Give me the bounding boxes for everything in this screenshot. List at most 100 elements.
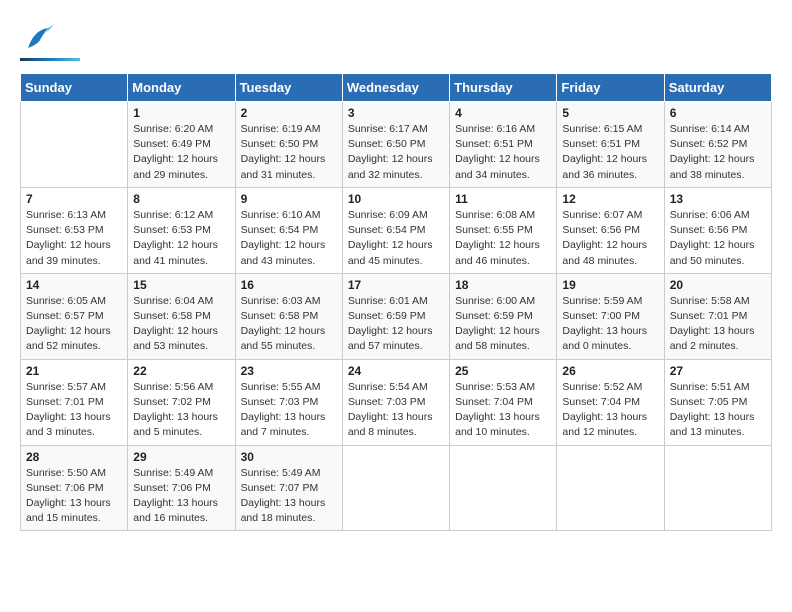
calendar-cell: 13Sunrise: 6:06 AM Sunset: 6:56 PM Dayli… [664, 187, 771, 273]
day-number: 16 [241, 278, 337, 292]
day-info: Sunrise: 6:07 AM Sunset: 6:56 PM Dayligh… [562, 208, 658, 269]
day-info: Sunrise: 6:16 AM Sunset: 6:51 PM Dayligh… [455, 122, 551, 183]
day-info: Sunrise: 5:52 AM Sunset: 7:04 PM Dayligh… [562, 380, 658, 441]
calendar-header: SundayMondayTuesdayWednesdayThursdayFrid… [21, 74, 772, 102]
weekday-thursday: Thursday [450, 74, 557, 102]
day-number: 25 [455, 364, 551, 378]
calendar-cell: 5 Sunrise: 6:15 AM Sunset: 6:51 PM Daylig… [557, 102, 664, 188]
logo [20, 20, 80, 61]
day-number: 6 [670, 106, 766, 120]
day-number: 11 [455, 192, 551, 206]
day-number: 17 [348, 278, 444, 292]
day-number: 21 [26, 364, 122, 378]
day-info: Sunrise: 5:56 AM Sunset: 7:02 PM Dayligh… [133, 380, 229, 441]
day-number: 4 [455, 106, 551, 120]
day-number: 22 [133, 364, 229, 378]
day-info: Sunrise: 5:58 AM Sunset: 7:01 PM Dayligh… [670, 294, 766, 355]
day-info: Sunrise: 5:50 AM Sunset: 7:06 PM Dayligh… [26, 466, 122, 527]
logo-bird-icon [20, 20, 56, 56]
day-number: 3 [348, 106, 444, 120]
calendar-cell: 30 Sunrise: 5:49 AM Sunset: 7:07 PM Dayli… [235, 445, 342, 531]
week-row-4: 21 Sunrise: 5:57 AM Sunset: 7:01 PM Dayli… [21, 359, 772, 445]
calendar-cell: 11 Sunrise: 6:08 AM Sunset: 6:55 PM Dayli… [450, 187, 557, 273]
day-info: Sunrise: 5:49 AM Sunset: 7:07 PM Dayligh… [241, 466, 337, 527]
day-number: 15 [133, 278, 229, 292]
day-info: Sunrise: 6:10 AM Sunset: 6:54 PM Dayligh… [241, 208, 337, 269]
calendar-cell: 20 Sunrise: 5:58 AM Sunset: 7:01 PM Dayli… [664, 273, 771, 359]
day-info: Sunrise: 6:15 AM Sunset: 6:51 PM Dayligh… [562, 122, 658, 183]
calendar-cell: 23 Sunrise: 5:55 AM Sunset: 7:03 PM Dayli… [235, 359, 342, 445]
calendar-cell [664, 445, 771, 531]
day-number: 28 [26, 450, 122, 464]
day-number: 5 [562, 106, 658, 120]
day-info: Sunrise: 6:17 AM Sunset: 6:50 PM Dayligh… [348, 122, 444, 183]
calendar-cell: 27Sunrise: 5:51 AM Sunset: 7:05 PM Dayli… [664, 359, 771, 445]
calendar-cell: 1 Sunrise: 6:20 AM Sunset: 6:49 PM Daylig… [128, 102, 235, 188]
calendar-body: 1 Sunrise: 6:20 AM Sunset: 6:49 PM Daylig… [21, 102, 772, 531]
day-info: Sunrise: 6:03 AM Sunset: 6:58 PM Dayligh… [241, 294, 337, 355]
day-info: Sunrise: 5:54 AM Sunset: 7:03 PM Dayligh… [348, 380, 444, 441]
calendar-cell: 8Sunrise: 6:12 AM Sunset: 6:53 PM Daylig… [128, 187, 235, 273]
weekday-monday: Monday [128, 74, 235, 102]
calendar-cell: 4 Sunrise: 6:16 AM Sunset: 6:51 PM Daylig… [450, 102, 557, 188]
day-info: Sunrise: 6:08 AM Sunset: 6:55 PM Dayligh… [455, 208, 551, 269]
calendar-cell [557, 445, 664, 531]
day-info: Sunrise: 6:00 AM Sunset: 6:59 PM Dayligh… [455, 294, 551, 355]
day-info: Sunrise: 5:51 AM Sunset: 7:05 PM Dayligh… [670, 380, 766, 441]
calendar-table: SundayMondayTuesdayWednesdayThursdayFrid… [20, 73, 772, 531]
day-number: 2 [241, 106, 337, 120]
day-number: 9 [241, 192, 337, 206]
weekday-saturday: Saturday [664, 74, 771, 102]
day-info: Sunrise: 6:01 AM Sunset: 6:59 PM Dayligh… [348, 294, 444, 355]
calendar-cell: 22 Sunrise: 5:56 AM Sunset: 7:02 PM Dayli… [128, 359, 235, 445]
week-row-1: 1 Sunrise: 6:20 AM Sunset: 6:49 PM Daylig… [21, 102, 772, 188]
calendar-cell: 26 Sunrise: 5:52 AM Sunset: 7:04 PM Dayli… [557, 359, 664, 445]
weekday-wednesday: Wednesday [342, 74, 449, 102]
calendar-cell: 14 Sunrise: 6:05 AM Sunset: 6:57 PM Dayli… [21, 273, 128, 359]
day-info: Sunrise: 5:57 AM Sunset: 7:01 PM Dayligh… [26, 380, 122, 441]
day-number: 26 [562, 364, 658, 378]
page-header [20, 20, 772, 61]
calendar-cell: 28 Sunrise: 5:50 AM Sunset: 7:06 PM Dayli… [21, 445, 128, 531]
day-info: Sunrise: 6:05 AM Sunset: 6:57 PM Dayligh… [26, 294, 122, 355]
calendar-cell: 2Sunrise: 6:19 AM Sunset: 6:50 PM Daylig… [235, 102, 342, 188]
day-number: 20 [670, 278, 766, 292]
week-row-5: 28 Sunrise: 5:50 AM Sunset: 7:06 PM Dayli… [21, 445, 772, 531]
calendar-cell: 21 Sunrise: 5:57 AM Sunset: 7:01 PM Dayli… [21, 359, 128, 445]
day-number: 29 [133, 450, 229, 464]
calendar-cell: 18 Sunrise: 6:00 AM Sunset: 6:59 PM Dayli… [450, 273, 557, 359]
day-number: 1 [133, 106, 229, 120]
calendar-cell: 7 Sunrise: 6:13 AM Sunset: 6:53 PM Daylig… [21, 187, 128, 273]
calendar-cell: 6Sunrise: 6:14 AM Sunset: 6:52 PM Daylig… [664, 102, 771, 188]
day-number: 30 [241, 450, 337, 464]
day-number: 19 [562, 278, 658, 292]
day-number: 23 [241, 364, 337, 378]
calendar-cell: 12 Sunrise: 6:07 AM Sunset: 6:56 PM Dayli… [557, 187, 664, 273]
day-number: 14 [26, 278, 122, 292]
calendar-cell: 29 Sunrise: 5:49 AM Sunset: 7:06 PM Dayli… [128, 445, 235, 531]
day-info: Sunrise: 6:06 AM Sunset: 6:56 PM Dayligh… [670, 208, 766, 269]
week-row-3: 14 Sunrise: 6:05 AM Sunset: 6:57 PM Dayli… [21, 273, 772, 359]
day-info: Sunrise: 6:13 AM Sunset: 6:53 PM Dayligh… [26, 208, 122, 269]
calendar-cell: 15 Sunrise: 6:04 AM Sunset: 6:58 PM Dayli… [128, 273, 235, 359]
weekday-sunday: Sunday [21, 74, 128, 102]
week-row-2: 7 Sunrise: 6:13 AM Sunset: 6:53 PM Daylig… [21, 187, 772, 273]
day-info: Sunrise: 6:09 AM Sunset: 6:54 PM Dayligh… [348, 208, 444, 269]
day-info: Sunrise: 6:04 AM Sunset: 6:58 PM Dayligh… [133, 294, 229, 355]
day-number: 7 [26, 192, 122, 206]
weekday-tuesday: Tuesday [235, 74, 342, 102]
calendar-cell: 17 Sunrise: 6:01 AM Sunset: 6:59 PM Dayli… [342, 273, 449, 359]
day-info: Sunrise: 5:59 AM Sunset: 7:00 PM Dayligh… [562, 294, 658, 355]
day-number: 18 [455, 278, 551, 292]
calendar-cell: 16 Sunrise: 6:03 AM Sunset: 6:58 PM Dayli… [235, 273, 342, 359]
weekday-header-row: SundayMondayTuesdayWednesdayThursdayFrid… [21, 74, 772, 102]
day-info: Sunrise: 6:12 AM Sunset: 6:53 PM Dayligh… [133, 208, 229, 269]
day-number: 12 [562, 192, 658, 206]
day-number: 10 [348, 192, 444, 206]
day-info: Sunrise: 5:53 AM Sunset: 7:04 PM Dayligh… [455, 380, 551, 441]
day-info: Sunrise: 6:20 AM Sunset: 6:49 PM Dayligh… [133, 122, 229, 183]
calendar-cell: 19 Sunrise: 5:59 AM Sunset: 7:00 PM Dayli… [557, 273, 664, 359]
day-info: Sunrise: 5:55 AM Sunset: 7:03 PM Dayligh… [241, 380, 337, 441]
day-info: Sunrise: 5:49 AM Sunset: 7:06 PM Dayligh… [133, 466, 229, 527]
calendar-cell: 3 Sunrise: 6:17 AM Sunset: 6:50 PM Daylig… [342, 102, 449, 188]
